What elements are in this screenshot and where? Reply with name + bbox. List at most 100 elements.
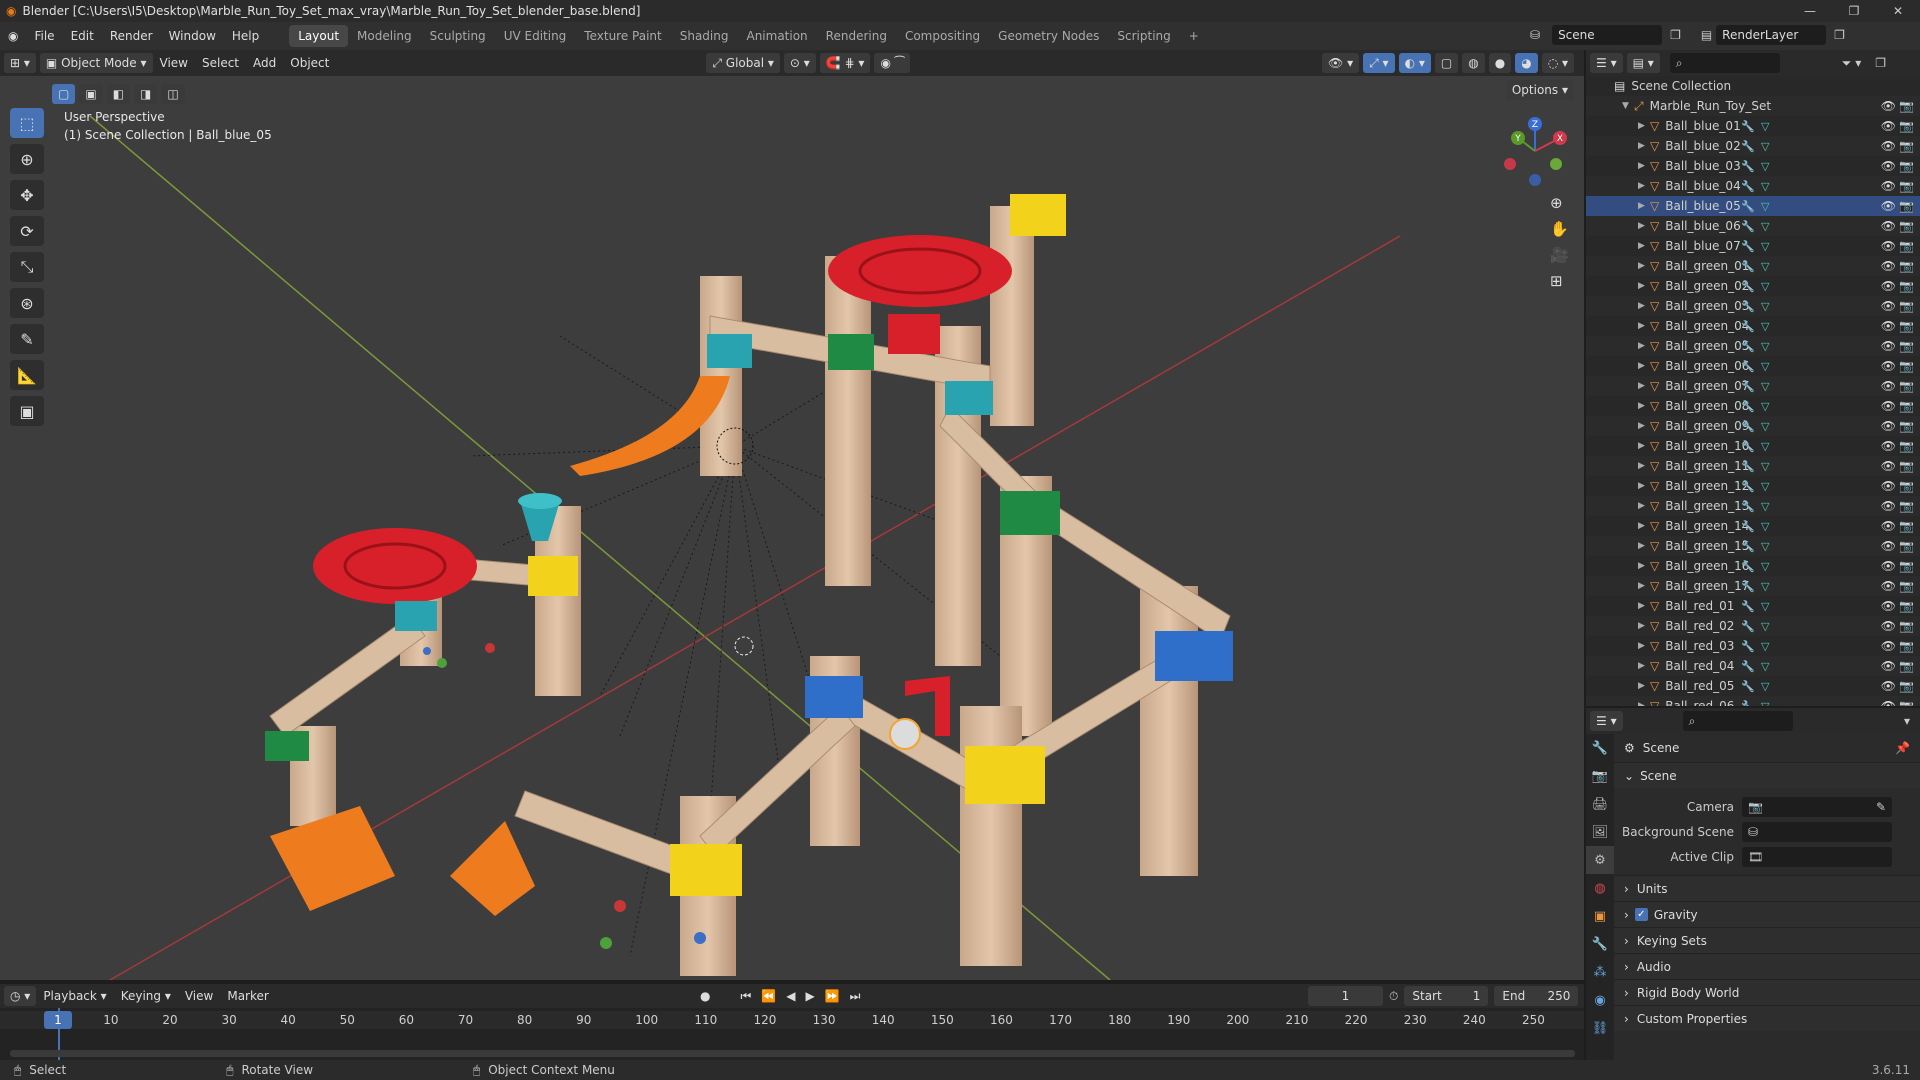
modifier-icon[interactable]: 🔧 [1741, 580, 1755, 593]
select-subtract-icon[interactable]: ◧ [106, 84, 131, 104]
render-camera-icon[interactable]: 📷 [1899, 219, 1914, 233]
render-camera-icon[interactable]: 📷 [1899, 679, 1914, 693]
modifier-icon[interactable]: 🔧 [1741, 320, 1755, 333]
material-shading-icon[interactable]: ◕ [1515, 53, 1538, 73]
menu-render[interactable]: Render [102, 29, 161, 43]
render-camera-icon[interactable]: 📷 [1899, 479, 1914, 493]
start-frame-field[interactable]: Start 1 [1404, 986, 1489, 1006]
mesh-data-icon[interactable]: ▽ [1761, 120, 1769, 133]
render-camera-icon[interactable]: 📷 [1899, 119, 1914, 133]
background-scene-selector[interactable]: ⛁ [1742, 821, 1892, 842]
workspace-tab-layout[interactable]: Layout [289, 25, 349, 47]
gizmo-toggle-icon[interactable]: ⤢ ▾ [1363, 53, 1395, 73]
modifier-icon[interactable]: 🔧 [1741, 420, 1755, 433]
visibility-eye-icon[interactable]: 👁 [1881, 419, 1896, 433]
modifier-tab-icon[interactable]: 🔧 [1586, 930, 1614, 958]
rendered-shading-icon[interactable]: ◌ ▾ [1541, 53, 1574, 73]
viewport-menu-view[interactable]: View [153, 56, 195, 70]
zoom-icon[interactable]: ⊕ [1550, 194, 1569, 212]
outliner-item[interactable]: ▶ ▽ Ball_green_13 🔧 ▽ 👁 📷 [1586, 496, 1920, 516]
pin-icon[interactable]: 📌 [1895, 741, 1910, 755]
render-camera-icon[interactable]: 📷 [1899, 659, 1914, 673]
outliner-item[interactable]: ▶ ▽ Ball_red_02 🔧 ▽ 👁 📷 [1586, 616, 1920, 636]
outliner-item[interactable]: ▶ ▽ Ball_green_17 🔧 ▽ 👁 📷 [1586, 576, 1920, 596]
outliner-item[interactable]: ▶ ▽ Ball_green_11 🔧 ▽ 👁 📷 [1586, 456, 1920, 476]
menu-file[interactable]: File [26, 29, 62, 43]
visibility-eye-icon[interactable]: 👁 [1881, 479, 1896, 493]
modifier-icon[interactable]: 🔧 [1741, 660, 1755, 673]
play-reverse-icon[interactable]: ◀ [786, 989, 795, 1003]
modifier-icon[interactable]: 🔧 [1741, 500, 1755, 513]
frame-ruler[interactable]: 10 20 30 40 50 60 70 80 90 100 110 120 130 140 150 160 1… [0, 1011, 1584, 1029]
visibility-eye-icon[interactable]: 👁 [1881, 319, 1896, 333]
modifier-icon[interactable]: 🔧 [1741, 280, 1755, 293]
visibility-eye-icon[interactable]: 👁 [1881, 399, 1896, 413]
outliner-collection[interactable]: ▼ ⤢ Marble_Run_Toy_Set 👁 📷 [1586, 96, 1920, 116]
expand-icon[interactable]: ▶ [1638, 561, 1650, 571]
world-tab-icon[interactable]: ◍ [1586, 874, 1614, 902]
outliner-item[interactable]: ▶ ▽ Ball_green_10 🔧 ▽ 👁 📷 [1586, 436, 1920, 456]
current-frame-field[interactable]: 1 [1308, 986, 1383, 1006]
modifier-icon[interactable]: 🔧 [1741, 620, 1755, 633]
end-frame-field[interactable]: End 250 [1494, 986, 1579, 1006]
workspace-tab-compositing[interactable]: Compositing [896, 25, 989, 47]
tool-tab-icon[interactable]: 🔧 [1586, 734, 1614, 762]
visibility-eye-icon[interactable]: 👁 [1881, 539, 1896, 553]
select-invert-icon[interactable]: ◨ [134, 84, 158, 104]
render-camera-icon[interactable]: 📷 [1899, 359, 1914, 373]
mesh-data-icon[interactable]: ▽ [1761, 600, 1769, 613]
render-camera-icon[interactable]: 📷 [1899, 339, 1914, 353]
minimize-icon[interactable]: — [1788, 0, 1832, 22]
mesh-data-icon[interactable]: ▽ [1761, 240, 1769, 253]
camera-view-icon[interactable]: 🎥 [1550, 246, 1569, 264]
expand-icon[interactable]: ▶ [1638, 341, 1650, 351]
visibility-eye-icon[interactable]: 👁 [1881, 219, 1896, 233]
outliner-item[interactable]: ▶ ▽ Ball_blue_06 🔧 ▽ 👁 📷 [1586, 216, 1920, 236]
scene-selector[interactable]: Scene [1552, 25, 1663, 45]
timeline[interactable]: 10 20 30 40 50 60 70 80 90 100 110 120 130 140 150 160 1… [0, 1008, 1584, 1060]
blue-block-center[interactable] [805, 676, 863, 718]
mesh-data-icon[interactable]: ▽ [1761, 520, 1769, 533]
timeline-editor-type-icon[interactable]: ◷ ▾ [4, 986, 37, 1006]
modifier-icon[interactable]: 🔧 [1741, 140, 1755, 153]
outliner-root[interactable]: ▤ Scene Collection [1586, 76, 1920, 96]
visibility-eye-icon[interactable]: 👁 [1881, 439, 1896, 453]
visibility-eye-icon[interactable]: 👁 [1881, 619, 1896, 633]
view-layer-tab-icon[interactable]: 🖼 [1586, 818, 1614, 846]
modifier-icon[interactable]: 🔧 [1741, 400, 1755, 413]
visibility-eye-icon[interactable]: 👁 [1881, 299, 1896, 313]
physics-tab-icon[interactable]: ◉ [1586, 986, 1614, 1014]
render-camera-icon[interactable]: 📷 [1899, 99, 1914, 113]
render-camera-icon[interactable]: 📷 [1899, 279, 1914, 293]
keying-sets-panel[interactable]: › Keying Sets [1614, 927, 1920, 953]
green-block-middle[interactable] [1000, 491, 1060, 535]
editor-type-icon[interactable]: ⊞ ▾ [4, 53, 36, 73]
render-camera-icon[interactable]: 📷 [1899, 439, 1914, 453]
visibility-icon[interactable]: 👁 ▾ [1322, 53, 1360, 73]
select-box-icon[interactable]: ⬚ [10, 108, 44, 138]
overlay-toggle-icon[interactable]: ◐ ▾ [1398, 53, 1431, 73]
expand-icon[interactable]: ▶ [1638, 261, 1650, 271]
outliner-item[interactable]: ▶ ▽ Ball_red_05 🔧 ▽ 👁 📷 [1586, 676, 1920, 696]
modifier-icon[interactable]: 🔧 [1741, 180, 1755, 193]
select-new-icon[interactable]: ▢ [52, 84, 76, 104]
teal-block-left[interactable] [395, 601, 437, 631]
output-tab-icon[interactable]: 🖨 [1586, 790, 1614, 818]
red-spiral-upper[interactable] [828, 235, 1012, 307]
render-camera-icon[interactable]: 📷 [1899, 239, 1914, 253]
expand-icon[interactable]: ▶ [1638, 461, 1650, 471]
ball-green[interactable] [600, 937, 612, 949]
visibility-eye-icon[interactable]: 👁 [1881, 379, 1896, 393]
new-scene-icon[interactable]: ❐ [1670, 28, 1681, 42]
transform-orientation-selector[interactable]: ⤢ Global ▾ [706, 53, 780, 73]
modifier-icon[interactable]: 🔧 [1741, 640, 1755, 653]
visibility-eye-icon[interactable]: 👁 [1881, 359, 1896, 373]
blender-menu-icon[interactable]: ◉ [0, 29, 26, 43]
visibility-eye-icon[interactable]: 👁 [1881, 279, 1896, 293]
outliner-item[interactable]: ▶ ▽ Ball_red_06 🔧 ▽ 👁 📷 [1586, 696, 1920, 706]
properties-search-input[interactable]: ⌕ [1682, 711, 1793, 731]
jump-start-icon[interactable]: ⏮ [740, 989, 751, 1004]
maximize-icon[interactable]: ❐ [1832, 0, 1876, 22]
xray-icon[interactable]: ▢ [1434, 53, 1459, 73]
render-camera-icon[interactable]: 📷 [1899, 499, 1914, 513]
